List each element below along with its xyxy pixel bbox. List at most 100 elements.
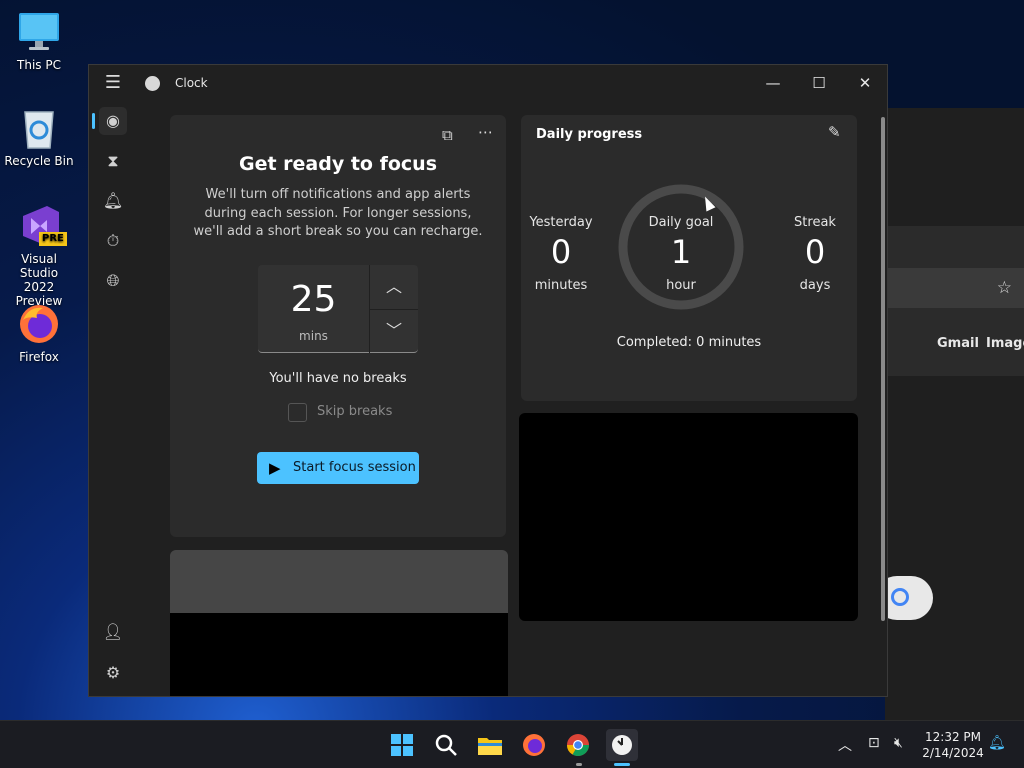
more-options-icon[interactable]: ⋯: [478, 123, 493, 141]
sidebar-item-settings[interactable]: ⚙: [99, 659, 127, 687]
desktop-icon-visual-studio[interactable]: PRE Visual Studio 2022 Preview: [4, 204, 74, 308]
daily-goal-unit: hour: [666, 278, 696, 293]
bookmark-star-icon[interactable]: ☆: [997, 278, 1012, 298]
nav-selection-indicator: [92, 113, 95, 129]
sidebar-item-stopwatch[interactable]: ⏱︎: [99, 227, 127, 255]
yesterday-unit: minutes: [534, 278, 588, 293]
clock-app-icon: [145, 76, 160, 91]
daily-goal-label: Daily goal: [648, 215, 714, 230]
recycle-bin-icon: [17, 106, 61, 150]
background-browser-window[interactable]: ☆ Gmail Images: [875, 108, 1024, 720]
bell-icon: 🔔︎: [102, 191, 124, 210]
yesterday-stat: Yesterday 0 minutes: [521, 215, 601, 293]
google-lens-icon: [891, 588, 909, 606]
edit-pencil-icon[interactable]: ✎: [828, 123, 841, 141]
sidebar-item-world-clock[interactable]: 🌐︎: [99, 267, 127, 295]
gmail-link[interactable]: Gmail: [937, 336, 979, 351]
minimize-button[interactable]: —: [753, 69, 793, 97]
hourglass-icon: ⧗: [107, 151, 119, 170]
window-title: Clock: [175, 76, 208, 90]
firefox-icon: [523, 734, 545, 756]
streak-label: Streak: [794, 215, 836, 230]
compact-overlay-icon[interactable]: ⧉: [442, 126, 453, 144]
daily-goal-stat: Daily goal 1 hour: [641, 215, 721, 293]
daily-progress-card: Daily progress ✎ Yesterday 0 minutes Dai…: [521, 115, 857, 401]
firefox-icon: [17, 302, 61, 346]
notification-bell-icon[interactable]: 🔔︎: [988, 735, 1006, 751]
system-date: 2/14/2024: [922, 746, 984, 760]
taskbar-start[interactable]: [386, 729, 418, 761]
focus-icon: ◉: [106, 111, 120, 130]
streak-stat: Streak 0 days: [775, 215, 855, 293]
system-clock[interactable]: 12:32 PM 2/14/2024: [918, 729, 988, 761]
folder-icon: [478, 738, 502, 755]
taskbar-firefox[interactable]: [518, 729, 550, 761]
focus-title: Get ready to focus: [238, 153, 438, 175]
sidebar-item-focus-sessions[interactable]: ◉: [99, 107, 127, 135]
clock-window: ☰ Clock — ☐ ✕ ◉ ⧗ 🔔︎ ⏱︎ 🌐︎ 👤︎ ⚙ ⧉ ⋯ Get …: [88, 64, 888, 697]
show-hidden-icons-icon[interactable]: ︿: [838, 735, 852, 755]
network-icon[interactable]: ⊡: [868, 735, 880, 751]
desktop-icon-firefox[interactable]: Firefox: [4, 302, 74, 364]
start-focus-session-label: Start focus session: [293, 460, 416, 475]
sidebar-item-account[interactable]: 👤︎: [99, 618, 127, 646]
taskbar-file-explorer[interactable]: [474, 729, 506, 761]
taskbar-chrome[interactable]: [562, 729, 594, 761]
chevron-up-icon: ︿: [385, 277, 402, 296]
sidebar-item-alarm[interactable]: 🔔︎: [99, 187, 127, 215]
clock-icon: [612, 735, 632, 755]
breaks-info: You'll have no breaks: [269, 371, 407, 386]
hamburger-menu-icon[interactable]: ☰: [103, 73, 123, 93]
images-link[interactable]: Images: [986, 336, 1024, 351]
volume-muted-icon[interactable]: 🔇︎: [894, 735, 903, 751]
stopwatch-icon: ⏱︎: [106, 231, 120, 250]
decrease-duration-button[interactable]: ﹀: [370, 309, 418, 353]
desktop-icon-label: Recycle Bin: [4, 154, 74, 168]
visual-studio-icon: PRE: [17, 204, 67, 248]
completed-text: Completed: 0 minutes: [616, 335, 762, 350]
clock-active-indicator: [614, 763, 630, 766]
desktop-icon-label: This PC: [17, 58, 61, 72]
lower-card-header: [170, 550, 508, 616]
yesterday-value: 0: [550, 233, 572, 271]
windows-icon: [391, 734, 413, 756]
focus-description: We'll turn off notifications and app ale…: [193, 187, 483, 239]
focus-session-card: ⧉ ⋯ Get ready to focus We'll turn off no…: [170, 115, 506, 537]
desktop-icon-label: Firefox: [19, 350, 59, 364]
chrome-icon: [567, 734, 589, 756]
yesterday-label: Yesterday: [529, 215, 593, 230]
daily-goal-value: 1: [670, 233, 692, 271]
checkbox-box[interactable]: [288, 403, 307, 422]
search-icon: [435, 734, 457, 756]
taskbar-clock[interactable]: [606, 729, 638, 761]
lower-media-panel: [170, 613, 508, 696]
desktop-icon-this-pc[interactable]: This PC: [4, 10, 74, 72]
skip-breaks-label: Skip breaks: [317, 404, 393, 419]
increase-duration-button[interactable]: ︿: [370, 265, 418, 309]
duration-stepper[interactable]: 25 mins ︿ ﹀: [258, 265, 418, 353]
desktop-icon-label: Visual Studio 2022 Preview: [15, 252, 63, 308]
start-focus-session-button[interactable]: ▶ Start focus session: [257, 452, 419, 484]
streak-value: 0: [804, 233, 826, 271]
duration-unit: mins: [299, 329, 328, 343]
taskbar-search[interactable]: [430, 729, 462, 761]
duration-value[interactable]: 25: [258, 279, 369, 320]
streak-unit: days: [799, 278, 831, 293]
maximize-button[interactable]: ☐: [799, 69, 839, 97]
sidebar-item-timer[interactable]: ⧗: [99, 147, 127, 175]
chrome-running-indicator: [576, 763, 582, 766]
taskbar: ︿ ⊡ 🔇︎ 12:32 PM 2/14/2024 🔔︎: [0, 720, 1024, 768]
chevron-down-icon: ﹀: [385, 321, 402, 340]
person-icon: 👤︎: [102, 622, 124, 641]
system-time: 12:32 PM: [925, 730, 981, 744]
pre-badge: PRE: [39, 232, 67, 246]
close-button[interactable]: ✕: [845, 69, 885, 97]
title-bar: ☰ Clock — ☐ ✕: [89, 65, 887, 103]
gear-icon: ⚙: [105, 663, 121, 682]
daily-progress-title: Daily progress: [536, 127, 643, 142]
monitor-icon: [17, 10, 61, 54]
desktop-icon-recycle-bin[interactable]: Recycle Bin: [4, 106, 74, 168]
play-icon: ▶: [269, 459, 281, 477]
globe-icon: 🌐︎: [106, 271, 120, 290]
scrollbar[interactable]: [881, 117, 885, 621]
